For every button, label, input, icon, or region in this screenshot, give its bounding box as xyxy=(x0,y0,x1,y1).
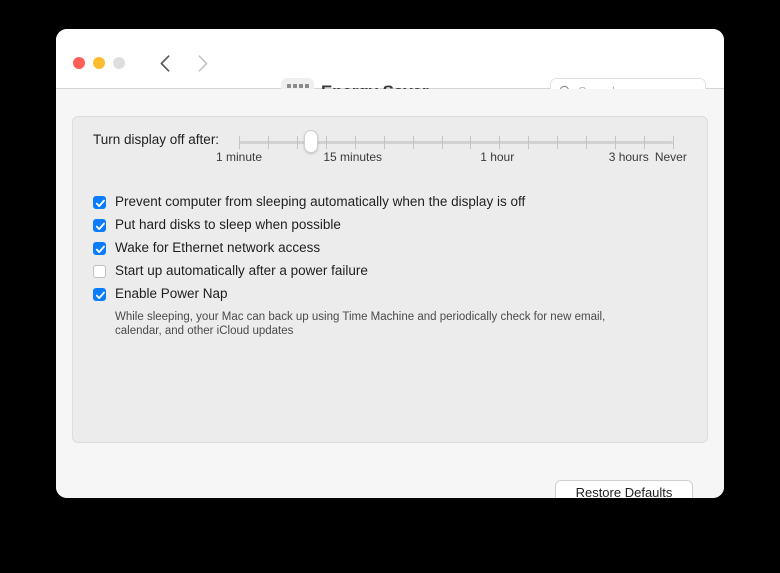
navigation-controls xyxy=(156,51,212,75)
slider-scale-label: 15 minutes xyxy=(323,150,383,164)
window-titlebar: Energy Saver xyxy=(56,29,724,106)
slider-tick xyxy=(557,136,559,149)
checkbox-checked-icon[interactable] xyxy=(93,196,106,209)
energy-settings-panel: Turn display off after: 1 minute 15 minut… xyxy=(72,116,708,498)
option-label: Wake for Ethernet network access xyxy=(115,240,321,255)
slider-tick xyxy=(499,136,501,149)
option-row[interactable]: Prevent computer from sleeping automatic… xyxy=(93,193,693,216)
checkbox-checked-icon[interactable] xyxy=(93,242,106,255)
display-sleep-label: Turn display off after: xyxy=(93,132,220,147)
option-label: Prevent computer from sleeping automatic… xyxy=(115,194,526,209)
slider-tick xyxy=(354,136,356,149)
slider-tick xyxy=(239,136,240,149)
option-label: Enable Power Nap xyxy=(115,286,228,301)
slider-tick xyxy=(673,136,674,149)
minimize-button[interactable] xyxy=(93,57,105,69)
option-row[interactable]: Enable Power Nap xyxy=(93,285,693,308)
close-button[interactable] xyxy=(73,57,85,69)
slider-tick xyxy=(441,136,443,149)
checkbox-checked-icon[interactable] xyxy=(93,219,106,232)
slider-scale-label: 1 minute xyxy=(215,150,263,164)
slider-scale-labels: 1 minute 15 minutes 1 hour 3 hours Never xyxy=(216,150,687,168)
slider-tick xyxy=(383,136,385,149)
slider-tick xyxy=(470,136,472,149)
slider-tick xyxy=(267,136,269,149)
option-label: Start up automatically after a power fai… xyxy=(115,263,368,278)
option-row[interactable]: Start up automatically after a power fai… xyxy=(93,262,693,285)
option-label: Put hard disks to sleep when possible xyxy=(115,217,341,232)
zoom-button xyxy=(113,57,125,69)
option-row[interactable]: Wake for Ethernet network access xyxy=(93,239,693,262)
slider-scale-label: Never xyxy=(654,150,687,164)
checkbox-unchecked-icon[interactable] xyxy=(93,265,106,278)
slider-tick xyxy=(412,136,414,149)
energy-saver-window: Energy Saver Turn display off after: xyxy=(56,29,724,498)
slider-tick xyxy=(528,136,530,149)
checkbox-checked-icon[interactable] xyxy=(93,288,106,301)
back-chevron-icon[interactable] xyxy=(156,51,174,75)
restore-defaults-button[interactable]: Restore Defaults xyxy=(555,480,693,498)
slider-tick xyxy=(644,136,646,149)
slider-tick xyxy=(586,136,588,149)
slider-tick xyxy=(296,136,298,149)
energy-options-list: Prevent computer from sleeping automatic… xyxy=(93,193,693,338)
forward-chevron-icon xyxy=(194,51,212,75)
slider-scale-label: 1 hour xyxy=(480,150,515,164)
preferences-content: Turn display off after: 1 minute 15 minut… xyxy=(56,89,724,498)
option-row[interactable]: Put hard disks to sleep when possible xyxy=(93,216,693,239)
slider-tick xyxy=(615,136,617,149)
slider-tick xyxy=(325,136,327,149)
traffic-lights xyxy=(73,57,125,69)
power-nap-description: While sleeping, your Mac can back up usi… xyxy=(115,311,606,337)
slider-scale-label: 3 hours xyxy=(608,150,649,164)
